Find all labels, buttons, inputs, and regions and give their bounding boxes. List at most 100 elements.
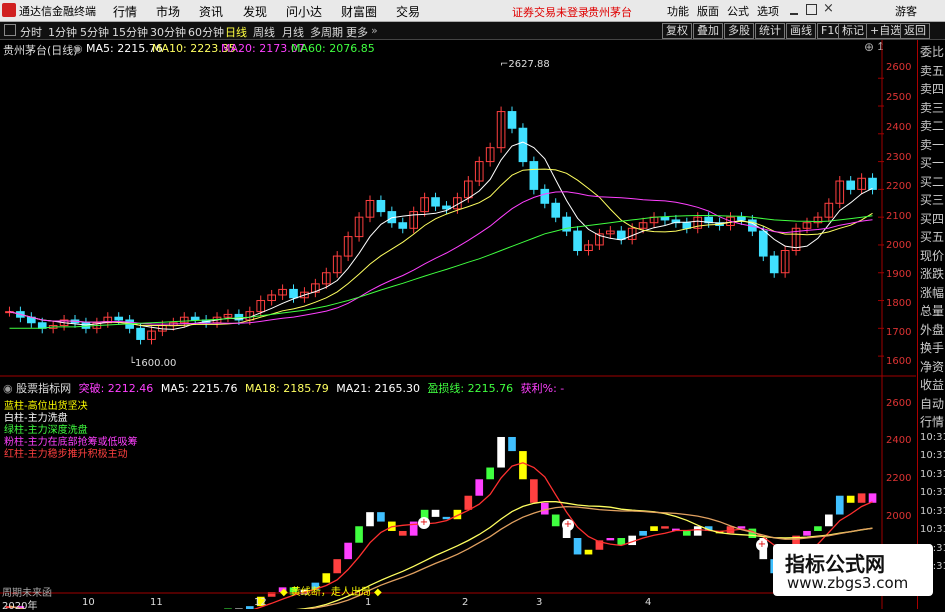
- candle-body: [573, 230, 582, 252]
- indicator-infobar: ◉ 股票指标网 突破: 2212.46 MA5: 2215.76 MA18: 2…: [3, 380, 564, 396]
- indicator-bar: [377, 512, 385, 522]
- candle-body: [136, 327, 145, 340]
- candle-body: [431, 197, 440, 207]
- side-panel-item[interactable]: 买二: [920, 173, 944, 190]
- menu-hangqing[interactable]: 行情: [113, 3, 137, 20]
- biaoji-button[interactable]: 标记: [838, 23, 868, 39]
- menu-jiaoyi[interactable]: 交易: [396, 3, 420, 20]
- kline-chart[interactable]: [0, 40, 916, 609]
- side-panel-item[interactable]: 委比: [920, 43, 944, 60]
- side-panel-item[interactable]: 买四: [920, 210, 944, 227]
- indicator-bar: [682, 530, 691, 536]
- maximize-icon[interactable]: [806, 4, 817, 15]
- watermark-title: 指标公式网: [785, 552, 885, 576]
- menu-gongneng[interactable]: 功能: [667, 3, 689, 19]
- side-panel-item[interactable]: 收益: [920, 376, 944, 393]
- period-30min[interactable]: 30分钟: [150, 24, 186, 40]
- indicator-bar: [693, 526, 702, 536]
- side-panel-item[interactable]: 10:31: [920, 432, 945, 443]
- indicator-lines: [9, 462, 873, 609]
- exit-signal-text: 黄线断，走人出局: [290, 587, 371, 598]
- side-panel-item[interactable]: 现价: [920, 247, 944, 264]
- huaxian-button[interactable]: 画线: [786, 23, 816, 39]
- period-fenshi[interactable]: 分时: [20, 24, 42, 40]
- back-button[interactable]: 返回: [900, 23, 930, 39]
- menu-bar: 通达信金融终端 行情 市场 资讯 发现 问小达 财富圈 交易 证券交易未登录 贵…: [0, 0, 945, 22]
- tongji-button[interactable]: 统计: [755, 23, 785, 39]
- side-panel-item[interactable]: 涨幅: [920, 284, 944, 301]
- side-panel-item[interactable]: 卖五: [920, 62, 944, 79]
- side-panel-item[interactable]: 卖三: [920, 99, 944, 116]
- duogu-button[interactable]: 多股: [724, 23, 754, 39]
- side-panel-item[interactable]: 10:31: [920, 450, 945, 461]
- buy-signal-icon-3: +: [756, 539, 768, 551]
- side-panel-item[interactable]: 换手: [920, 339, 944, 356]
- side-panel-item[interactable]: 买五: [920, 228, 944, 245]
- side-panel-item[interactable]: 10:31: [920, 506, 945, 517]
- side-panel-item[interactable]: 卖一: [920, 136, 944, 153]
- side-panel-item[interactable]: 总量: [920, 302, 944, 319]
- x-label-10: 10: [82, 597, 95, 608]
- side-panel-item[interactable]: 净资: [920, 358, 944, 375]
- menu-xuanxiang[interactable]: 选项: [757, 3, 779, 19]
- menu-zixun[interactable]: 资讯: [199, 3, 223, 20]
- ma5-line: [9, 141, 873, 330]
- indicator-bar: [661, 526, 669, 529]
- side-panel-item[interactable]: 涨跌: [920, 265, 944, 282]
- x-label-3: 3: [536, 597, 543, 608]
- side-panel-item[interactable]: 10:31: [920, 487, 945, 498]
- side-panel-item[interactable]: 行情: [920, 413, 944, 430]
- period-60min[interactable]: 60分钟: [188, 24, 224, 40]
- indicator-settings-icon-2[interactable]: ◉: [3, 382, 13, 395]
- indicator-bar: [366, 512, 374, 527]
- period-daily[interactable]: 日线: [225, 24, 247, 40]
- indicator-candles: [5, 436, 877, 609]
- period-1min[interactable]: 1分钟: [48, 24, 77, 40]
- indicator-bar: [344, 542, 352, 560]
- quote-side-panel: 委比卖五 卖四卖三 卖二卖一 买一买二 买三买四 买五现价 涨跌涨幅 总量外盘 换手净资 收益自动…: [917, 40, 945, 609]
- candle-body: [769, 255, 779, 274]
- period-monthly[interactable]: 月线: [282, 24, 304, 40]
- x-label-2: 2: [462, 597, 469, 608]
- buy-signal-icon: +: [418, 517, 430, 529]
- more-chevron-icon[interactable]: »: [371, 24, 378, 37]
- side-panel-item[interactable]: 卖二: [920, 117, 944, 134]
- candle-body: [737, 216, 746, 221]
- fuquan-button[interactable]: 复权: [662, 23, 692, 39]
- side-panel-item[interactable]: 10:31: [920, 524, 945, 535]
- login-notice[interactable]: 证券交易未登录: [512, 4, 589, 20]
- menu-shichang[interactable]: 市场: [156, 3, 180, 20]
- indicator-bar: [551, 514, 560, 527]
- close-icon[interactable]: ×: [823, 1, 834, 16]
- side-panel-item[interactable]: 卖四: [920, 80, 944, 97]
- minimize-icon[interactable]: [790, 5, 798, 15]
- side-panel-item[interactable]: 买一: [920, 154, 944, 171]
- ind-ma18-value: MA18: 2185.79: [245, 382, 329, 395]
- app-logo-icon: [2, 3, 16, 17]
- period-15min[interactable]: 15分钟: [112, 24, 148, 40]
- side-panel-item[interactable]: 买三: [920, 191, 944, 208]
- layout-toggle-icon[interactable]: [4, 24, 16, 36]
- period-5min[interactable]: 5分钟: [80, 24, 109, 40]
- guest-label[interactable]: 游客: [895, 3, 917, 19]
- indicator-bar: [431, 509, 440, 517]
- menu-wenxiaoda[interactable]: 问小达: [286, 3, 322, 20]
- indicator-bar: [868, 493, 877, 503]
- side-panel-item[interactable]: 外盘: [920, 321, 944, 338]
- period-more[interactable]: 更多: [346, 24, 368, 40]
- period-weekly[interactable]: 周线: [253, 24, 275, 40]
- candle-body: [551, 202, 561, 218]
- diejia-button[interactable]: 叠加: [693, 23, 723, 39]
- candle-body: [540, 188, 550, 204]
- menu-faxian[interactable]: 发现: [243, 3, 267, 20]
- candle-body: [529, 161, 539, 190]
- menu-caifuquan[interactable]: 财富圈: [341, 3, 377, 20]
- period-multi[interactable]: 多周期: [310, 24, 343, 40]
- side-panel-item[interactable]: 10:31: [920, 469, 945, 480]
- indicator-bar: [398, 530, 407, 536]
- menu-gongshi[interactable]: 公式: [727, 3, 749, 19]
- indicator-bar: [803, 530, 811, 536]
- y-tick-2000: 2000: [886, 240, 912, 251]
- side-panel-item[interactable]: 自动: [920, 395, 944, 412]
- menu-banmian[interactable]: 版面: [697, 3, 719, 19]
